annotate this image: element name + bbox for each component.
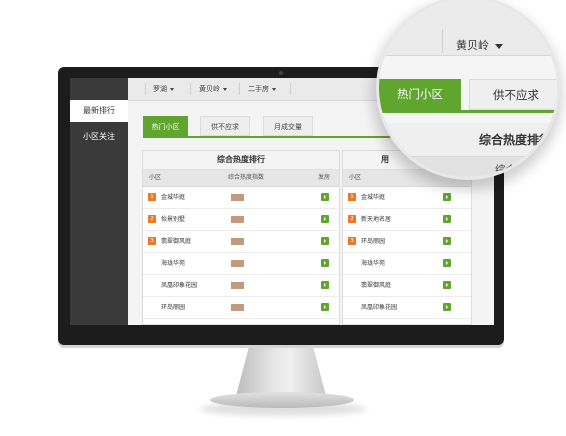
community-name[interactable]: 金城华庭 — [361, 187, 385, 208]
community-name[interactable]: 凤凰印象花园 — [161, 275, 197, 296]
column-header-community: 小区 — [349, 174, 362, 181]
magnified-tab-bar: 热门小区 供不应求 — [379, 79, 557, 113]
column-header-row: 小区 综合热度指数 发房 — [143, 170, 339, 187]
table-row[interactable]: 2 怡景别墅 — [143, 209, 339, 231]
magnifier-lens: 黄贝岭 热门小区 供不应求 综合热度排行 综合热度指 — [376, 0, 560, 180]
table-row[interactable]: 2 新天地名居 — [343, 209, 471, 231]
chevron-down-icon — [170, 87, 174, 91]
magnified-area-label: 黄贝岭 — [456, 39, 489, 52]
magnified-area-dropdown[interactable]: 黄贝岭 — [456, 37, 503, 53]
community-name[interactable]: 翡翠御风庭 — [361, 275, 391, 296]
rank-badge: 1 — [148, 193, 156, 201]
table-row[interactable]: 环岛丽园 — [143, 297, 339, 319]
property-type-dropdown[interactable]: 二手房 — [248, 78, 276, 100]
camera-icon — [279, 71, 283, 75]
community-name[interactable]: 翡翠御风庭 — [161, 231, 191, 252]
area-label: 黄贝岭 — [199, 85, 220, 93]
chevron-down-icon — [272, 87, 276, 91]
magnified-tab-hot-communities[interactable]: 热门小区 — [379, 79, 461, 110]
heat-ranking-panel: 综合热度排行 小区 综合热度指数 发房 1 金城华庭 2 怡景别墅 3 翡翠御风庭 海珑华苑… — [142, 150, 340, 325]
table-row[interactable]: 1 金城华庭 — [143, 187, 339, 209]
sidebar: 最新排行 小区关注 — [70, 78, 128, 325]
arrow-right-icon[interactable] — [321, 237, 329, 245]
arrow-right-icon[interactable] — [321, 281, 329, 289]
nav-divider — [290, 83, 291, 95]
heat-index-bar — [231, 260, 244, 267]
heat-index-bar — [231, 282, 244, 289]
property-type-label: 二手房 — [248, 85, 269, 93]
column-header-listings: 发房 — [318, 174, 331, 181]
community-name[interactable]: 凤凰印象花园 — [361, 297, 397, 318]
community-name[interactable]: 环岛丽园 — [161, 297, 185, 318]
community-name[interactable]: 环岛丽园 — [361, 231, 385, 252]
chevron-down-icon — [223, 87, 227, 91]
table-row[interactable]: 1 金城华庭 — [343, 187, 471, 209]
area-dropdown[interactable]: 黄贝岭 — [199, 78, 227, 100]
rank-badge: 2 — [348, 215, 356, 223]
chevron-down-icon — [495, 43, 503, 49]
arrow-right-icon[interactable] — [443, 259, 451, 267]
district-label: 罗湖 — [153, 85, 167, 93]
panel-title: 综合热度排行 — [143, 151, 339, 170]
nav-divider — [190, 83, 191, 95]
rank-badge: 3 — [148, 237, 156, 245]
nav-divider — [442, 29, 443, 53]
table-row[interactable]: 凤凰印象花园 — [343, 297, 471, 319]
rank-badge: 1 — [348, 193, 356, 201]
heat-index-bar — [231, 304, 244, 311]
heat-index-bar — [231, 238, 244, 245]
sidebar-item-community-follow[interactable]: 小区关注 — [70, 126, 128, 148]
magnified-top-nav: 黄贝岭 — [379, 0, 557, 56]
arrow-right-icon[interactable] — [443, 281, 451, 289]
magnified-column-header: 综合热度指 — [379, 157, 557, 177]
arrow-right-icon[interactable] — [321, 215, 329, 223]
arrow-right-icon[interactable] — [321, 193, 329, 201]
table-row[interactable]: 翡翠御风庭 — [343, 275, 471, 297]
sidebar-item-latest-ranking[interactable]: 最新排行 — [70, 100, 128, 122]
arrow-right-icon[interactable] — [443, 215, 451, 223]
arrow-right-icon[interactable] — [443, 193, 451, 201]
column-header-heat-index: 综合热度指数 — [228, 174, 265, 181]
monitor-stand-neck — [236, 348, 326, 396]
tab-supply-shortage[interactable]: 供不应求 — [200, 116, 250, 136]
tab-monthly-volume[interactable]: 月成交量 — [263, 116, 313, 136]
tab-hot-communities[interactable]: 热门小区 — [143, 116, 188, 136]
community-name[interactable]: 金城华庭 — [161, 187, 185, 208]
table-row[interactable]: 3 翡翠御风庭 — [143, 231, 339, 253]
arrow-right-icon[interactable] — [321, 259, 329, 267]
community-name[interactable]: 新天地名居 — [361, 209, 391, 230]
table-row[interactable]: 海珑华苑 — [343, 253, 471, 275]
community-name[interactable]: 海珑华苑 — [161, 253, 185, 274]
column-header-community: 小区 — [149, 174, 162, 181]
table-row[interactable]: 凤凰印象花园 — [143, 275, 339, 297]
table-row[interactable]: 海珑华苑 — [143, 253, 339, 275]
arrow-right-icon[interactable] — [443, 237, 451, 245]
magnified-tab-supply-shortage[interactable]: 供不应求 — [469, 79, 557, 110]
magnified-panel-title-text: 综合热度排行 — [479, 133, 552, 147]
nav-divider — [145, 83, 146, 95]
heat-index-bar — [231, 194, 244, 201]
district-dropdown[interactable]: 罗湖 — [153, 78, 174, 100]
magnified-panel-title: 综合热度排行 — [379, 123, 557, 157]
rank-badge: 2 — [148, 215, 156, 223]
arrow-right-icon[interactable] — [321, 303, 329, 311]
arrow-right-icon[interactable] — [443, 303, 451, 311]
community-name[interactable]: 海珑华苑 — [361, 253, 385, 274]
community-name[interactable]: 怡景别墅 — [161, 209, 185, 230]
monitor-stand-base — [210, 392, 354, 408]
rank-badge: 3 — [348, 237, 356, 245]
table-row[interactable]: 3 环岛丽园 — [343, 231, 471, 253]
magnified-column-label: 综合热度指 — [495, 164, 548, 176]
nav-divider — [239, 83, 240, 95]
heat-index-bar — [231, 216, 244, 223]
